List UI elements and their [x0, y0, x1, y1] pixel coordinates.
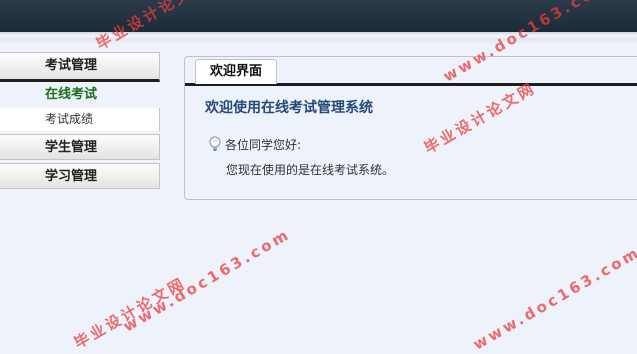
- menu-group-label: 考试管理: [45, 58, 98, 73]
- lightbulb-icon: [209, 136, 221, 151]
- tab-label: 欢迎界面: [210, 64, 263, 79]
- menu-item-exam-results[interactable]: 考试成绩: [0, 108, 160, 131]
- menu-item-online-exam[interactable]: 在线考试: [0, 82, 160, 108]
- tab-welcome[interactable]: 欢迎界面: [195, 59, 278, 84]
- page-title: 欢迎使用在线考试管理系统: [205, 100, 373, 116]
- menu-item-label: 在线考试: [45, 87, 98, 102]
- menu-group-exam-management[interactable]: 考试管理: [0, 52, 160, 82]
- greeting-text: 各位同学您好:: [225, 137, 302, 152]
- tab-bar: 欢迎界面: [185, 57, 637, 86]
- menu-group-label: 学习管理: [45, 169, 98, 184]
- sidebar-menu: 考试管理 在线考试 考试成绩 学生管理 学习管理: [0, 52, 160, 189]
- menu-group-student-management[interactable]: 学生管理: [0, 134, 160, 160]
- watermark-text: 毕业设计论文网: [71, 273, 190, 353]
- watermark-text: www.doc163.com: [120, 224, 294, 336]
- description-text: 您现在使用的是在线考试系统。: [226, 163, 395, 177]
- greeting-line: 各位同学您好:: [207, 135, 301, 153]
- menu-group-label: 学生管理: [45, 140, 98, 155]
- menu-item-label: 考试成绩: [45, 112, 94, 126]
- watermark-text: www.doc163.com: [470, 242, 637, 354]
- welcome-panel: 欢迎界面 欢迎使用在线考试管理系统 各位同学您好: 您现在使用的是在线考试系统。: [184, 56, 637, 200]
- menu-group-study-management[interactable]: 学习管理: [0, 163, 160, 189]
